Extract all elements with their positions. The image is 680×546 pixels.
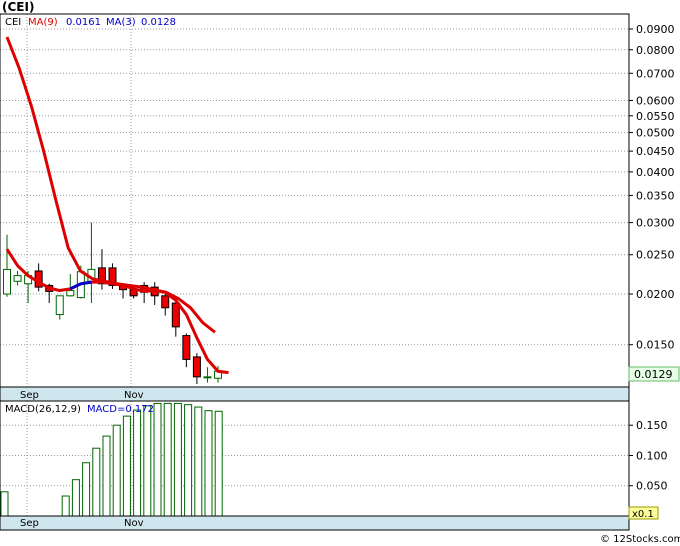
macd-bar: [153, 402, 162, 517]
macd-label: MACD(26,12,9): [5, 404, 81, 415]
ticker-title: (CEI): [2, 0, 34, 14]
legend-symbol: CEI: [5, 17, 21, 28]
macd-bar: [204, 410, 213, 517]
macd-bar: [92, 447, 101, 517]
ma9-value: 0.0161: [66, 17, 101, 28]
stock-chart: 0.0900 0.0800 0.0700 0.0600 0.0550 0.0500 0.04…: [0, 0, 680, 546]
copyright-text: © 12Stocks.com: [600, 534, 680, 545]
macd-tick-label: 0.050: [636, 480, 668, 493]
price-x-label-sep: Sep: [20, 390, 39, 401]
candle-body: [171, 302, 180, 328]
ma9-label: MA(9): [28, 17, 58, 28]
candle-body: [55, 295, 64, 316]
candle-body: [66, 290, 75, 297]
price-tick-label: 0.0500: [636, 127, 675, 140]
price-tick-label: 0.0150: [636, 339, 675, 352]
price-tick-label: 0.0800: [636, 44, 675, 57]
candle-body: [192, 356, 201, 378]
candle-body: [203, 376, 212, 379]
macd-x-label-nov: Nov: [124, 518, 144, 529]
macd-scale-label: x0.1: [632, 509, 654, 520]
macd-bar: [102, 435, 111, 517]
price-tick-label: 0.0200: [636, 288, 675, 301]
macd-bar: [82, 462, 91, 517]
macd-tick-label: 0.100: [636, 449, 668, 462]
ma3-label: MA(3): [106, 17, 136, 28]
macd-bar: [143, 405, 152, 517]
candle-body: [3, 268, 11, 295]
price-tick-label: 0.0350: [636, 189, 675, 202]
macd-x-axis-band: [0, 515, 630, 531]
macd-bar: [163, 402, 172, 517]
price-x-label-nov: Nov: [124, 390, 144, 401]
macd-bar: [184, 404, 193, 517]
price-tick-label: 0.0550: [636, 110, 675, 123]
macd-bar: [214, 410, 223, 517]
macd-bar: [61, 495, 70, 517]
macd-tick-label: 0.150: [636, 419, 668, 432]
macd-bar: [71, 479, 80, 517]
macd-bar: [173, 402, 182, 517]
price-x-axis-band: [0, 386, 630, 402]
price-tick-label: 0.0300: [636, 217, 675, 230]
ma3-value: 0.0128: [141, 17, 176, 28]
macd-bar: [0, 491, 9, 517]
last-price-label: 0.0129: [634, 368, 673, 381]
macd-bar: [133, 409, 142, 517]
candle-body: [13, 275, 22, 282]
price-tick-label: 0.0600: [636, 94, 675, 107]
price-tick-label: 0.0700: [636, 67, 675, 80]
candle-body: [182, 335, 191, 360]
macd-bar: [194, 406, 203, 517]
candle-body: [161, 295, 170, 309]
price-tick-label: 0.0450: [636, 145, 675, 158]
macd-x-label-sep: Sep: [20, 518, 39, 529]
macd-bar: [122, 415, 131, 517]
price-tick-label: 0.0250: [636, 249, 675, 262]
price-tick-label: 0.0400: [636, 166, 675, 179]
macd-value: MACD=0.172: [87, 404, 154, 415]
price-tick-label: 0.0900: [636, 23, 675, 36]
macd-bar: [112, 424, 121, 517]
